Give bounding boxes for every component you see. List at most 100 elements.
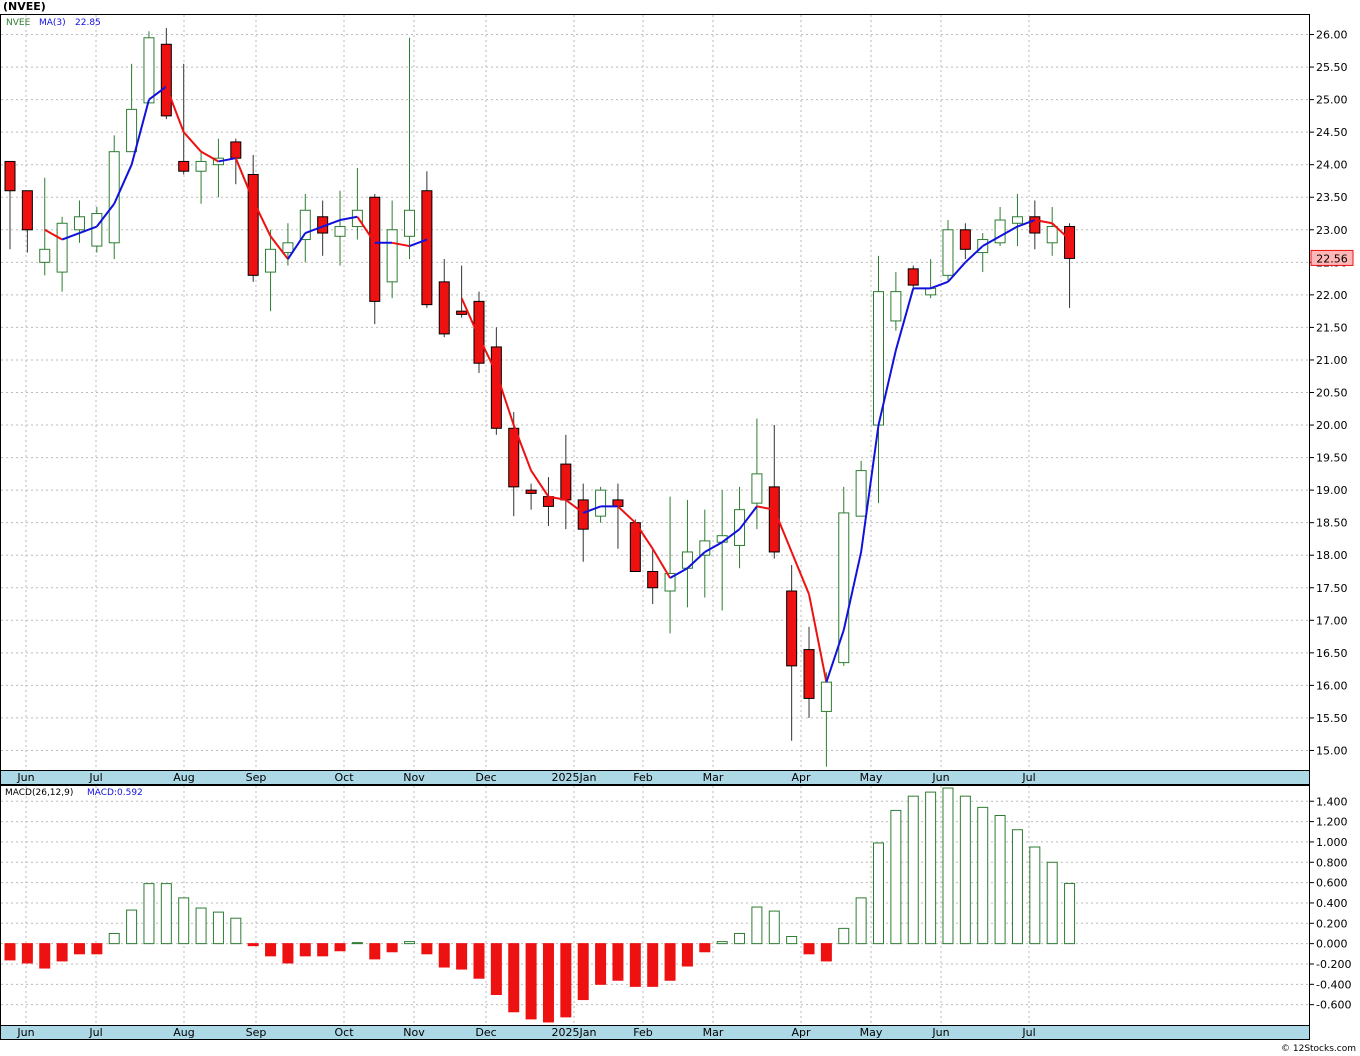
price-tick-label: 18.00 <box>1316 549 1348 562</box>
x-axis-month-label: Jun <box>931 1026 949 1039</box>
macd-bar <box>1064 882 1076 945</box>
candle-body <box>959 229 971 250</box>
candle-body <box>473 300 485 364</box>
macd-bar <box>212 911 224 945</box>
x-axis-month-label: Jun <box>16 1026 34 1039</box>
macd-bar <box>456 943 468 970</box>
x-axis-month-label: May <box>860 1026 883 1039</box>
candle-body <box>560 463 572 501</box>
x-axis-month-label: Oct <box>334 1026 354 1039</box>
candle-body <box>942 229 954 276</box>
macd-bar <box>734 932 746 945</box>
macd-tick-label: 0.000 <box>1316 938 1348 951</box>
candle-body <box>160 43 172 117</box>
x-axis-month-label: Feb <box>633 1026 652 1039</box>
candle-body <box>4 160 16 192</box>
x-axis-month-label: Nov <box>403 1026 425 1039</box>
macd-x-axis-strip <box>0 1025 1310 1040</box>
x-axis-month-label: 2025Jan <box>552 1026 597 1039</box>
x-axis-month-label: 2025Jan <box>552 771 597 784</box>
x-axis-month-label: May <box>860 771 883 784</box>
macd-tick-label: 0.200 <box>1316 917 1348 930</box>
macd-bar <box>21 943 33 964</box>
macd-bar <box>994 814 1006 945</box>
macd-bar <box>91 943 103 955</box>
macd-bar <box>247 943 259 947</box>
x-axis-month-label: Apr <box>791 1026 811 1039</box>
candle-body <box>421 190 433 306</box>
price-tick-label: 22.00 <box>1316 289 1348 302</box>
candle-body <box>39 248 51 263</box>
macd-bar <box>1011 829 1023 945</box>
x-axis-month-label: Aug <box>173 1026 194 1039</box>
candle-body <box>265 248 277 273</box>
macd-bar <box>786 936 798 945</box>
candle-body <box>525 489 537 494</box>
macd-bar <box>907 795 919 945</box>
macd-bar <box>820 943 832 962</box>
price-tick-label: 20.50 <box>1316 387 1348 400</box>
macd-bar <box>595 943 607 985</box>
candle-body <box>178 160 190 172</box>
macd-bar <box>855 897 867 945</box>
price-tick-label: 17.50 <box>1316 582 1348 595</box>
x-axis-month-label: Jul <box>88 1026 102 1039</box>
macd-tick-label: 0.600 <box>1316 877 1348 890</box>
macd-bar <box>1046 861 1058 945</box>
price-x-axis-strip <box>0 770 1310 785</box>
macd-bar <box>404 941 416 945</box>
candle-body <box>1011 216 1023 224</box>
macd-bar <box>525 943 537 1020</box>
candle-body <box>334 226 346 237</box>
macd-bar <box>647 943 659 987</box>
candle-body <box>126 108 138 153</box>
price-tick-label: 15.50 <box>1316 712 1348 725</box>
candle-body <box>369 196 381 302</box>
price-tick-label: 18.50 <box>1316 517 1348 530</box>
candle-body <box>629 522 641 572</box>
macd-tick-label: 1.200 <box>1316 816 1348 829</box>
stock-chart: 15.00 15.50 16.00 16.50 17.00 17.50 18.00 18.50… <box>0 0 1356 1054</box>
macd-bar <box>890 809 902 945</box>
macd-bar <box>699 943 711 953</box>
last-price-value: 22.56 <box>1316 252 1348 265</box>
macd-bar <box>56 943 68 962</box>
candle-body <box>386 229 398 283</box>
macd-bar <box>265 943 277 957</box>
price-tick-label: 23.50 <box>1316 191 1348 204</box>
macd-bar <box>230 917 242 945</box>
x-axis-month-label: Jul <box>1021 771 1035 784</box>
macd-y-axis: -0.600 -0.400 -0.200 0.000 0.200 0.400 0.600 0.… <box>1309 795 1351 1012</box>
candle-body <box>647 570 659 589</box>
x-axis-month-label: Aug <box>173 771 194 784</box>
macd-legend-value: MACD:0.592 <box>87 788 143 798</box>
macd-bar <box>438 943 450 968</box>
candle-body <box>1029 216 1041 234</box>
macd-bar <box>942 787 954 945</box>
candle-body <box>21 190 33 231</box>
candle-body <box>577 499 589 530</box>
candle-body <box>855 470 867 517</box>
macd-bar <box>681 943 693 967</box>
price-tick-label: 26.00 <box>1316 29 1348 42</box>
macd-tick-label: -0.600 <box>1316 999 1351 1012</box>
macd-bar <box>369 943 381 960</box>
candle-body <box>438 281 450 335</box>
macd-bar <box>282 943 294 964</box>
price-tick-label: 24.00 <box>1316 159 1348 172</box>
candle-body <box>907 268 919 286</box>
price-tick-label: 21.00 <box>1316 354 1348 367</box>
candle-body <box>91 213 103 247</box>
candle-body <box>404 209 416 237</box>
macd-bar <box>73 943 85 955</box>
candle-body <box>56 222 68 273</box>
macd-bar <box>126 909 138 945</box>
macd-bar <box>143 883 155 945</box>
macd-bar <box>108 932 120 945</box>
candle-body <box>873 291 884 426</box>
macd-tick-label: -0.400 <box>1316 978 1351 991</box>
x-axis-month-label: Dec <box>475 771 496 784</box>
price-tick-label: 21.50 <box>1316 321 1348 334</box>
macd-bar <box>873 842 884 945</box>
price-legend-ma-value: 22.85 <box>75 18 101 28</box>
